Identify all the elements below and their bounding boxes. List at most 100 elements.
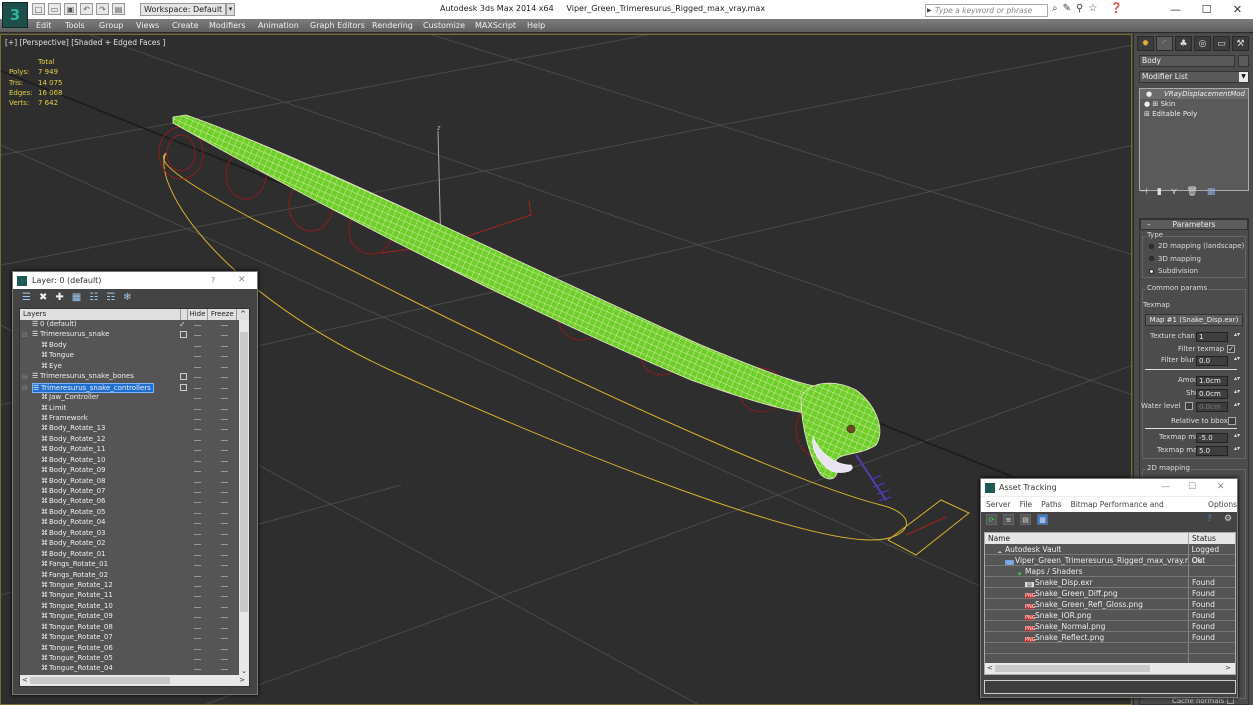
add-to-layer-icon[interactable]: ✚ [55,292,63,306]
hide-toggle[interactable] [194,627,201,629]
workspace-dropdown[interactable]: Workspace: Default [140,3,226,16]
undo-icon[interactable]: ↶ [80,3,93,15]
layer-object-row[interactable]: ⌘Body_Rotate_11 [20,445,239,455]
hide-toggle[interactable] [194,408,201,410]
open-file-icon[interactable]: ▭ [48,3,61,15]
layer-object-row[interactable]: ⌘Body_Rotate_05 [20,508,239,518]
layer-name[interactable]: ⌘Body_Rotate_10 [41,456,108,466]
layer-name[interactable]: ⌘Body_Rotate_05 [41,508,108,518]
list-view-icon[interactable]: ≡ [1003,514,1014,525]
hide-toggle[interactable] [194,335,201,337]
freeze-toggle[interactable] [221,606,228,608]
layer-object-row[interactable]: ⌘Body_Rotate_09 [20,466,239,476]
tongue-controllers[interactable] [870,474,892,502]
asset-row[interactable]: PNGSnake_Green_Refl_Gloss.png Found [985,599,1235,610]
layer-object-row[interactable]: ⌘Tongue_Rotate_04 [20,664,239,674]
layer-name[interactable]: ⌘Body_Rotate_09 [41,466,108,476]
hide-toggle[interactable] [194,502,201,504]
hide-toggle[interactable] [194,575,201,577]
refresh-icon[interactable]: ⟳ [986,514,997,525]
hide-toggle[interactable] [194,648,201,650]
radio-dot[interactable] [1149,243,1154,249]
search-expand-icon[interactable]: ▶ [927,4,932,17]
hide-toggle[interactable] [194,471,201,473]
freeze-toggle[interactable] [221,492,228,493]
freeze-toggle[interactable] [221,345,228,347]
menu-options[interactable]: Options [1208,497,1237,512]
hide-toggle[interactable] [194,669,201,671]
menu-server[interactable]: Server [986,497,1011,512]
layer-name[interactable]: ⌘Framework [41,414,90,424]
spinner-arrows-icon[interactable]: ▴▾ [1234,332,1240,342]
save-icon[interactable]: ▣ [64,3,77,15]
hide-toggle[interactable] [194,439,201,441]
horizontal-scrollbar[interactable]: < > [985,663,1235,674]
spinner-arrows-icon[interactable]: ▴▾ [1234,356,1240,366]
layer-window-titlebar[interactable]: Layer: 0 (default) ? ✕ [13,272,257,289]
freeze-toggle[interactable] [221,481,228,483]
layer-object-row[interactable]: ⌘Fangs_Rotate_02 [20,571,239,581]
expand-icon[interactable]: ⊞ [1152,100,1158,108]
cache-normals-option[interactable]: Cache normals [1172,697,1235,705]
close-button[interactable]: ✕ [1217,479,1225,496]
freeze-toggle[interactable] [221,648,228,650]
menu-graph-editors[interactable]: Graph Editors [310,21,365,30]
radio-dot[interactable] [1149,256,1154,262]
asset-row[interactable]: ▭ Viper_Green_Trimeresurus_Rigged_max_vra… [985,555,1235,566]
layer-name[interactable]: ⌘Body_Rotate_13 [41,424,108,434]
layer-name[interactable]: ⌘Body_Rotate_11 [41,445,108,455]
project-folder-icon[interactable]: ▤ [112,3,125,15]
freeze-toggle[interactable] [221,554,228,556]
layer-name[interactable]: ⌘Body_Rotate_03 [41,529,108,539]
freeze-toggle[interactable] [221,512,228,514]
asset-row[interactable]: PNGSnake_Normal.png Found [985,621,1235,632]
parameters-rollout-header[interactable]: – Parameters [1140,219,1248,230]
hide-toggle[interactable] [194,596,201,598]
hide-toggle[interactable] [194,460,201,462]
hide-toggle[interactable] [194,418,201,420]
utilities-tab-icon[interactable]: ⚒ [1232,36,1249,51]
scroll-left-icon[interactable]: < [22,675,28,686]
maximize-button[interactable]: ☐ [1191,0,1222,19]
scroll-down-icon[interactable]: ⌄ [239,667,249,675]
configure-modifier-sets-icon[interactable]: ▦ [1207,187,1216,197]
detail-view-icon[interactable]: ▤ [1020,514,1031,525]
texture-chan-spinner[interactable]: 1 [1196,332,1228,342]
freeze-toggle[interactable] [221,523,228,525]
help-icon[interactable]: ❓ [1110,3,1122,14]
hide-toggle[interactable] [194,325,201,326]
layer-name[interactable]: ☰ 0 (default) [32,320,79,330]
current-layer-checkbox[interactable] [180,383,187,391]
freeze-toggle[interactable] [221,575,228,577]
amount-spinner[interactable]: 1.0cm [1196,376,1228,386]
hide-toggle[interactable] [194,345,201,347]
chevron-down-icon[interactable]: ▼ [1239,72,1248,82]
layer-name[interactable]: ⌘Tongue_Rotate_08 [41,623,115,633]
column-freeze[interactable]: Freeze [208,309,238,320]
freeze-toggle[interactable] [221,439,228,441]
new-file-icon[interactable]: □ [32,3,45,15]
asset-row[interactable]: ☁ Autodesk Vault Logged Out [985,544,1235,565]
freeze-toggle[interactable] [221,638,228,640]
layer-name[interactable]: ⌘Tongue_Rotate_12 [41,581,115,591]
layer-object-row[interactable]: ⌘Body_Rotate_03 [20,529,239,539]
menu-tools[interactable]: Tools [65,21,85,30]
layer-name[interactable]: ⌘Fangs_Rotate_01 [41,560,110,570]
freeze-toggle[interactable] [221,659,228,660]
freeze-toggle[interactable] [221,377,228,379]
layer-object-row[interactable]: ⌘Body_Rotate_07 [20,487,239,497]
hide-toggle[interactable] [194,638,201,640]
spinner-arrows-icon[interactable]: ▴▾ [1234,446,1240,456]
hide-toggle[interactable] [194,523,201,525]
hide-toggle[interactable] [194,533,201,535]
tongue-bones[interactable] [855,454,887,501]
layer-row[interactable]: ☰ 0 (default) ✓ [20,320,239,330]
binoculars-icon[interactable]: ⌕ [1052,3,1058,14]
hide-toggle[interactable] [194,450,201,452]
menu-group[interactable]: Group [99,21,123,30]
remove-modifier-icon[interactable]: 🗑 [1186,187,1197,197]
radio-3d-mapping[interactable]: 3D mapping [1143,253,1245,266]
layer-name[interactable]: ⌘Tongue_Rotate_06 [41,644,115,654]
layer-object-row[interactable]: ⌘Limit [20,404,239,414]
water-level-spinner[interactable]: 0.0cm [1196,402,1228,412]
